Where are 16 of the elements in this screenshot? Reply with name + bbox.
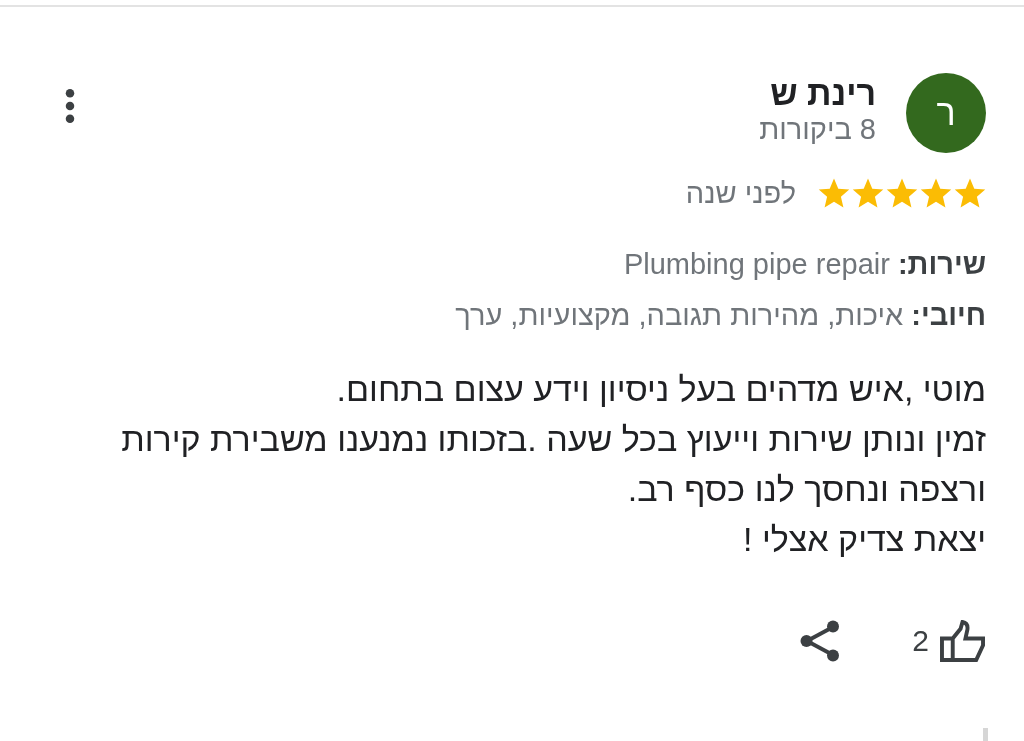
more-icon <box>65 89 75 123</box>
author-name: רינת ש <box>769 74 876 112</box>
star-icon <box>954 177 986 209</box>
review-time: לפני שנה <box>685 176 796 210</box>
star-icon <box>886 177 918 209</box>
star-icon <box>818 177 850 209</box>
review-count: 8 ביקורות <box>759 112 876 146</box>
thumbs-up-icon <box>939 619 986 663</box>
review-text: מוטי ,איש מדהים בעל ניסיון וידע עצום בתחום. זמין ונותן שירות וייעוץ בכל שעה .בזכותו נמנענו משבירת קירות ורצפה ונחסך לנו כסף רב. יצאת צדיק אצלי ! <box>120 369 986 560</box>
star-icon <box>920 177 952 209</box>
share-icon <box>800 620 841 662</box>
star-icon <box>852 177 884 209</box>
share-button[interactable] <box>800 620 841 662</box>
avatar: ר <box>906 73 986 153</box>
like-button[interactable]: 2 <box>912 619 986 663</box>
review-detail: חיובי: איכות, מהירות תגובה, מקצועיות, ערך <box>454 298 986 333</box>
